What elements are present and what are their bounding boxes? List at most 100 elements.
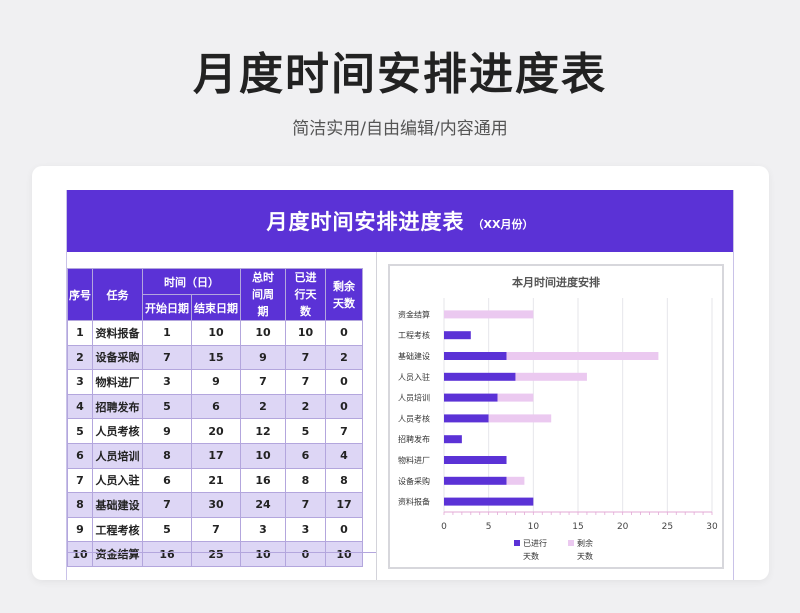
- schedule-table: 序号 任务 时间（日） 总时间周期 已进行天数 剩余天数 开始日期 结束日期 1…: [67, 268, 363, 567]
- category-label: 物料进厂: [398, 455, 430, 465]
- cell-start[interactable]: 5: [142, 393, 192, 420]
- cell-end[interactable]: 15: [191, 344, 241, 371]
- cell-end[interactable]: 25: [191, 541, 241, 567]
- cell-done[interactable]: 6: [285, 442, 326, 469]
- cell-remaining[interactable]: 4: [325, 442, 363, 469]
- cell-end[interactable]: 10: [191, 320, 241, 346]
- table-row: 10 资金结算 16 25 10 0 10: [67, 541, 363, 567]
- cell-period[interactable]: 24: [240, 492, 286, 518]
- cell-start[interactable]: 7: [142, 492, 192, 518]
- cell-task[interactable]: 人员入驻: [92, 467, 143, 494]
- cell-remaining[interactable]: 2: [325, 344, 363, 371]
- cell-remaining[interactable]: 0: [325, 393, 363, 420]
- cell-done[interactable]: 0: [285, 541, 326, 567]
- table-row: 9 工程考核 5 7 3 3 0: [67, 516, 363, 543]
- bar-done: [444, 352, 507, 360]
- cell-index[interactable]: 2: [67, 344, 93, 371]
- cell-index[interactable]: 6: [67, 442, 93, 469]
- cell-remaining[interactable]: 0: [325, 369, 363, 395]
- cell-period[interactable]: 7: [240, 369, 286, 395]
- cell-period[interactable]: 16: [240, 467, 286, 494]
- cell-start[interactable]: 8: [142, 442, 192, 469]
- cell-end[interactable]: 30: [191, 492, 241, 518]
- category-label: 资料报备: [398, 497, 430, 507]
- cell-start[interactable]: 3: [142, 369, 192, 395]
- bar-remaining: [488, 414, 552, 423]
- cell-task[interactable]: 人员考核: [92, 418, 143, 444]
- cell-task[interactable]: 资金结算: [92, 541, 143, 567]
- header-start: 开始日期: [142, 294, 192, 321]
- cell-done[interactable]: 8: [285, 467, 326, 494]
- cell-start[interactable]: 9: [142, 418, 192, 444]
- cell-index[interactable]: 5: [67, 418, 93, 444]
- table-row: 4 招聘发布 5 6 2 2 0: [67, 393, 363, 420]
- cell-start[interactable]: 7: [142, 344, 192, 371]
- cell-end[interactable]: 17: [191, 442, 241, 469]
- table-row: 7 人员入驻 6 21 16 8 8: [67, 467, 363, 494]
- table-row: 1 资料报备 1 10 10 10 0: [67, 320, 363, 346]
- cell-period[interactable]: 10: [240, 442, 286, 469]
- table-row: 6 人员培训 8 17 10 6 4: [67, 442, 363, 469]
- cell-done[interactable]: 10: [285, 320, 326, 346]
- x-tick-label: 25: [662, 522, 673, 532]
- cell-remaining[interactable]: 10: [325, 541, 363, 567]
- chart-title: 本月时间进度安排: [512, 275, 600, 289]
- bar-remaining: [506, 352, 659, 360]
- bar-done: [444, 372, 516, 381]
- x-tick-label: 30: [706, 522, 718, 532]
- cell-done[interactable]: 2: [285, 393, 326, 420]
- cell-done[interactable]: 7: [285, 344, 326, 371]
- cell-task[interactable]: 人员培训: [92, 442, 143, 469]
- cell-period[interactable]: 10: [240, 320, 286, 346]
- legend-label: 天数: [577, 551, 593, 561]
- cell-index[interactable]: 9: [67, 516, 93, 543]
- cell-start[interactable]: 1: [142, 320, 192, 346]
- cell-index[interactable]: 1: [67, 320, 93, 346]
- cell-index[interactable]: 4: [67, 393, 93, 420]
- cell-index[interactable]: 10: [67, 541, 93, 567]
- cell-remaining[interactable]: 7: [325, 418, 363, 444]
- cell-start[interactable]: 5: [142, 516, 192, 543]
- x-tick-label: 15: [572, 522, 583, 532]
- cell-start[interactable]: 6: [142, 467, 192, 494]
- cell-period[interactable]: 3: [240, 516, 286, 543]
- category-label: 基础建设: [398, 351, 430, 361]
- cell-remaining[interactable]: 0: [325, 320, 363, 346]
- cell-task[interactable]: 设备采购: [92, 344, 143, 371]
- cell-index[interactable]: 7: [67, 467, 93, 494]
- x-tick-label: 20: [617, 522, 629, 532]
- table-bottom-rule: [67, 552, 377, 553]
- header-period-text: 总时间周期: [252, 271, 274, 318]
- cell-period[interactable]: 2: [240, 393, 286, 420]
- cell-end[interactable]: 9: [191, 369, 241, 395]
- cell-period[interactable]: 10: [240, 541, 286, 567]
- cell-task[interactable]: 物料进厂: [92, 369, 143, 395]
- header-index: 序号: [67, 268, 93, 321]
- category-label: 人员培训: [398, 393, 430, 403]
- cell-remaining[interactable]: 8: [325, 467, 363, 494]
- cell-done[interactable]: 5: [285, 418, 326, 444]
- cell-period[interactable]: 9: [240, 344, 286, 371]
- cell-done[interactable]: 7: [285, 492, 326, 518]
- cell-done[interactable]: 7: [285, 369, 326, 395]
- cell-period[interactable]: 12: [240, 418, 286, 444]
- cell-remaining[interactable]: 0: [325, 516, 363, 543]
- category-label: 资金结算: [398, 309, 430, 319]
- cell-task[interactable]: 资料报备: [92, 320, 143, 346]
- cell-task[interactable]: 工程考核: [92, 516, 143, 543]
- sheet-banner: 月度时间安排进度表 （XX月份）: [67, 190, 733, 252]
- cell-remaining[interactable]: 17: [325, 492, 363, 518]
- cell-task[interactable]: 招聘发布: [92, 393, 143, 420]
- header-end: 结束日期: [191, 294, 241, 321]
- cell-index[interactable]: 3: [67, 369, 93, 395]
- cell-index[interactable]: 8: [67, 492, 93, 518]
- cell-end[interactable]: 20: [191, 418, 241, 444]
- header-remaining-text: 剩余天数: [333, 279, 355, 310]
- legend-swatch-remaining: [568, 540, 574, 546]
- cell-end[interactable]: 6: [191, 393, 241, 420]
- cell-end[interactable]: 7: [191, 516, 241, 543]
- cell-end[interactable]: 21: [191, 467, 241, 494]
- cell-task[interactable]: 基础建设: [92, 492, 143, 518]
- cell-start[interactable]: 16: [142, 541, 192, 567]
- cell-done[interactable]: 3: [285, 516, 326, 543]
